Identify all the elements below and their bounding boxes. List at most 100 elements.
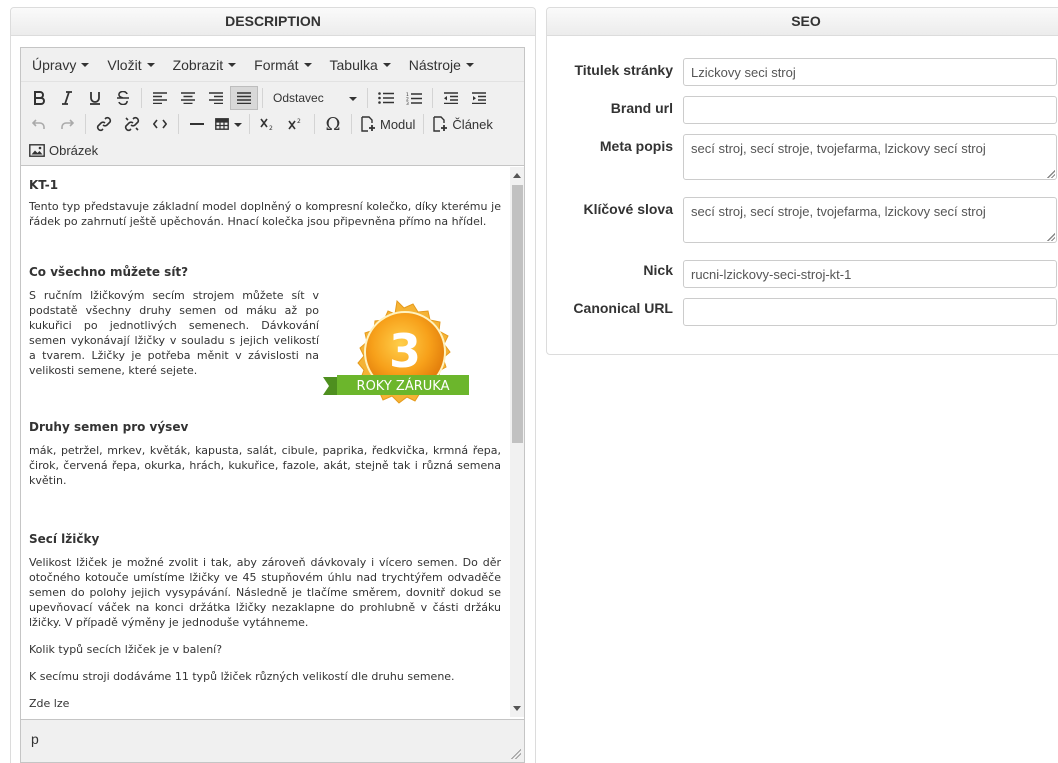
insert-article-label: Článek bbox=[452, 116, 493, 132]
align-left-button[interactable] bbox=[146, 86, 174, 110]
insert-image-button[interactable]: Obrázek bbox=[25, 138, 102, 162]
badge-number: 3 bbox=[389, 324, 421, 378]
editor-menubar: Úpravy Vložit Zobrazit Formát Tabulka Ná… bbox=[21, 48, 524, 82]
editor-content-area[interactable]: KT-1 Tento typ představuje základní mode… bbox=[21, 167, 524, 717]
align-right-button[interactable] bbox=[202, 86, 230, 110]
remove-link-button[interactable] bbox=[118, 112, 146, 136]
content-paragraph: Tento typ představuje základní model dop… bbox=[29, 200, 501, 228]
nick-input[interactable] bbox=[683, 260, 1057, 288]
content-paragraph: K secímu stroji dodáváme 11 typů lžiček … bbox=[29, 670, 455, 683]
block-format-select[interactable]: Odstavec bbox=[267, 86, 363, 110]
editor-scrollbar[interactable] bbox=[510, 167, 524, 717]
content-paragraph: Kolik typů secích lžiček je v balení? bbox=[29, 643, 223, 656]
scrollbar-thumb[interactable] bbox=[512, 185, 523, 443]
align-center-button[interactable] bbox=[174, 86, 202, 110]
bold-button[interactable] bbox=[25, 86, 53, 110]
description-panel: DESCRIPTION Úpravy Vložit Zobrazit Formá… bbox=[10, 7, 536, 763]
strikethrough-button[interactable] bbox=[109, 86, 137, 110]
source-code-button[interactable] bbox=[146, 112, 174, 136]
outdent-button[interactable] bbox=[437, 86, 465, 110]
indent-icon bbox=[472, 92, 486, 104]
menu-insert[interactable]: Vložit bbox=[98, 57, 163, 73]
menu-insert-label: Vložit bbox=[107, 56, 142, 73]
indent-button[interactable] bbox=[465, 86, 493, 110]
redo-icon bbox=[61, 119, 74, 129]
caret-down-icon bbox=[146, 63, 155, 67]
toolbar-separator bbox=[351, 114, 352, 134]
caret-down-icon bbox=[303, 63, 312, 67]
align-left-icon bbox=[153, 92, 167, 104]
toolbar-separator bbox=[314, 114, 315, 134]
add-page-icon bbox=[433, 116, 448, 132]
meta-description-label: Meta popis bbox=[599, 138, 673, 154]
scroll-up-arrow-icon[interactable] bbox=[513, 173, 521, 178]
link-icon bbox=[96, 116, 112, 132]
page-title-input[interactable] bbox=[683, 58, 1057, 86]
redo-button[interactable] bbox=[53, 112, 81, 136]
editor-document[interactable]: KT-1 Tento typ představuje základní mode… bbox=[29, 175, 501, 711]
toolbar-separator bbox=[262, 88, 263, 108]
brand-url-input[interactable] bbox=[683, 96, 1057, 124]
element-path[interactable]: p bbox=[31, 731, 39, 747]
canonical-url-input[interactable] bbox=[683, 298, 1057, 326]
italic-icon bbox=[62, 91, 72, 105]
warranty-badge-image[interactable]: 3 ROKY ZÁRUKA bbox=[319, 285, 475, 421]
toolbar-separator bbox=[432, 88, 433, 108]
menu-view[interactable]: Zobrazit bbox=[164, 57, 246, 73]
align-justify-button[interactable] bbox=[230, 86, 258, 110]
content-paragraph: S ručním lžičkovým secím strojem můžete … bbox=[29, 289, 319, 377]
badge-text: ROKY ZÁRUKA bbox=[357, 378, 450, 394]
toolbar-separator bbox=[367, 88, 368, 108]
underline-button[interactable] bbox=[81, 86, 109, 110]
toolbar-separator bbox=[141, 88, 142, 108]
caret-down-icon bbox=[228, 63, 237, 67]
subscript-button[interactable]: 2 bbox=[254, 112, 282, 136]
table-button[interactable] bbox=[211, 112, 245, 136]
superscript-icon: 2 bbox=[288, 118, 301, 130]
image-icon bbox=[29, 143, 45, 157]
rich-text-editor: Úpravy Vložit Zobrazit Formát Tabulka Ná… bbox=[20, 47, 525, 763]
outdent-icon bbox=[444, 92, 458, 104]
scroll-down-arrow-icon[interactable] bbox=[513, 706, 521, 711]
underline-icon bbox=[90, 92, 100, 105]
textarea-resize-icon[interactable] bbox=[1047, 170, 1055, 178]
horizontal-line-button[interactable] bbox=[183, 112, 211, 136]
content-heading-spoons: Secí lžičky bbox=[29, 532, 100, 546]
numbered-list-button[interactable]: 123 bbox=[400, 86, 428, 110]
canonical-url-label: Canonical URL bbox=[573, 300, 673, 316]
toolbar-separator bbox=[249, 114, 250, 134]
superscript-button[interactable]: 2 bbox=[282, 112, 310, 136]
insert-module-button[interactable]: Modul bbox=[356, 112, 419, 136]
table-icon bbox=[214, 118, 229, 130]
caret-down-icon bbox=[465, 63, 474, 67]
menu-format[interactable]: Formát bbox=[245, 57, 320, 73]
menu-edit[interactable]: Úpravy bbox=[23, 57, 98, 73]
menu-tools[interactable]: Nástroje bbox=[400, 57, 483, 73]
description-panel-title: DESCRIPTION bbox=[11, 8, 535, 36]
insert-module-label: Modul bbox=[380, 116, 416, 132]
bullet-list-button[interactable] bbox=[372, 86, 400, 110]
keywords-textarea[interactable]: secí stroj, secí stroje, tvojefarma, lzi… bbox=[683, 197, 1057, 243]
insert-link-button[interactable] bbox=[90, 112, 118, 136]
insert-article-button[interactable]: Článek bbox=[428, 112, 496, 136]
resize-handle-icon[interactable] bbox=[511, 749, 521, 759]
content-paragraph: mák, petržel, mrkev, květák, kapusta, sa… bbox=[29, 444, 501, 487]
bullet-list-icon bbox=[378, 92, 394, 104]
menu-edit-label: Úpravy bbox=[32, 56, 77, 73]
menu-view-label: Zobrazit bbox=[172, 56, 224, 73]
menu-tools-label: Nástroje bbox=[408, 56, 461, 73]
undo-button[interactable] bbox=[25, 112, 53, 136]
keywords-label: Klíčové slova bbox=[583, 201, 674, 217]
caret-down-icon bbox=[382, 63, 391, 67]
special-character-button[interactable]: Ω bbox=[319, 112, 347, 136]
svg-text:2: 2 bbox=[297, 118, 301, 125]
editor-toolbar: Odstavec 123 2 2 Ω Modul Článek Obrázek bbox=[21, 82, 524, 166]
meta-description-textarea[interactable]: secí stroj, secí stroje, tvojefarma, lzi… bbox=[683, 134, 1057, 180]
page-title-label: Titulek stránky bbox=[574, 62, 673, 78]
content-heading-model: KT-1 bbox=[29, 178, 59, 192]
caret-down-icon bbox=[81, 63, 90, 67]
italic-button[interactable] bbox=[53, 86, 81, 110]
menu-table[interactable]: Tabulka bbox=[321, 57, 400, 73]
caret-down-icon bbox=[349, 96, 357, 101]
textarea-resize-icon[interactable] bbox=[1047, 233, 1055, 241]
